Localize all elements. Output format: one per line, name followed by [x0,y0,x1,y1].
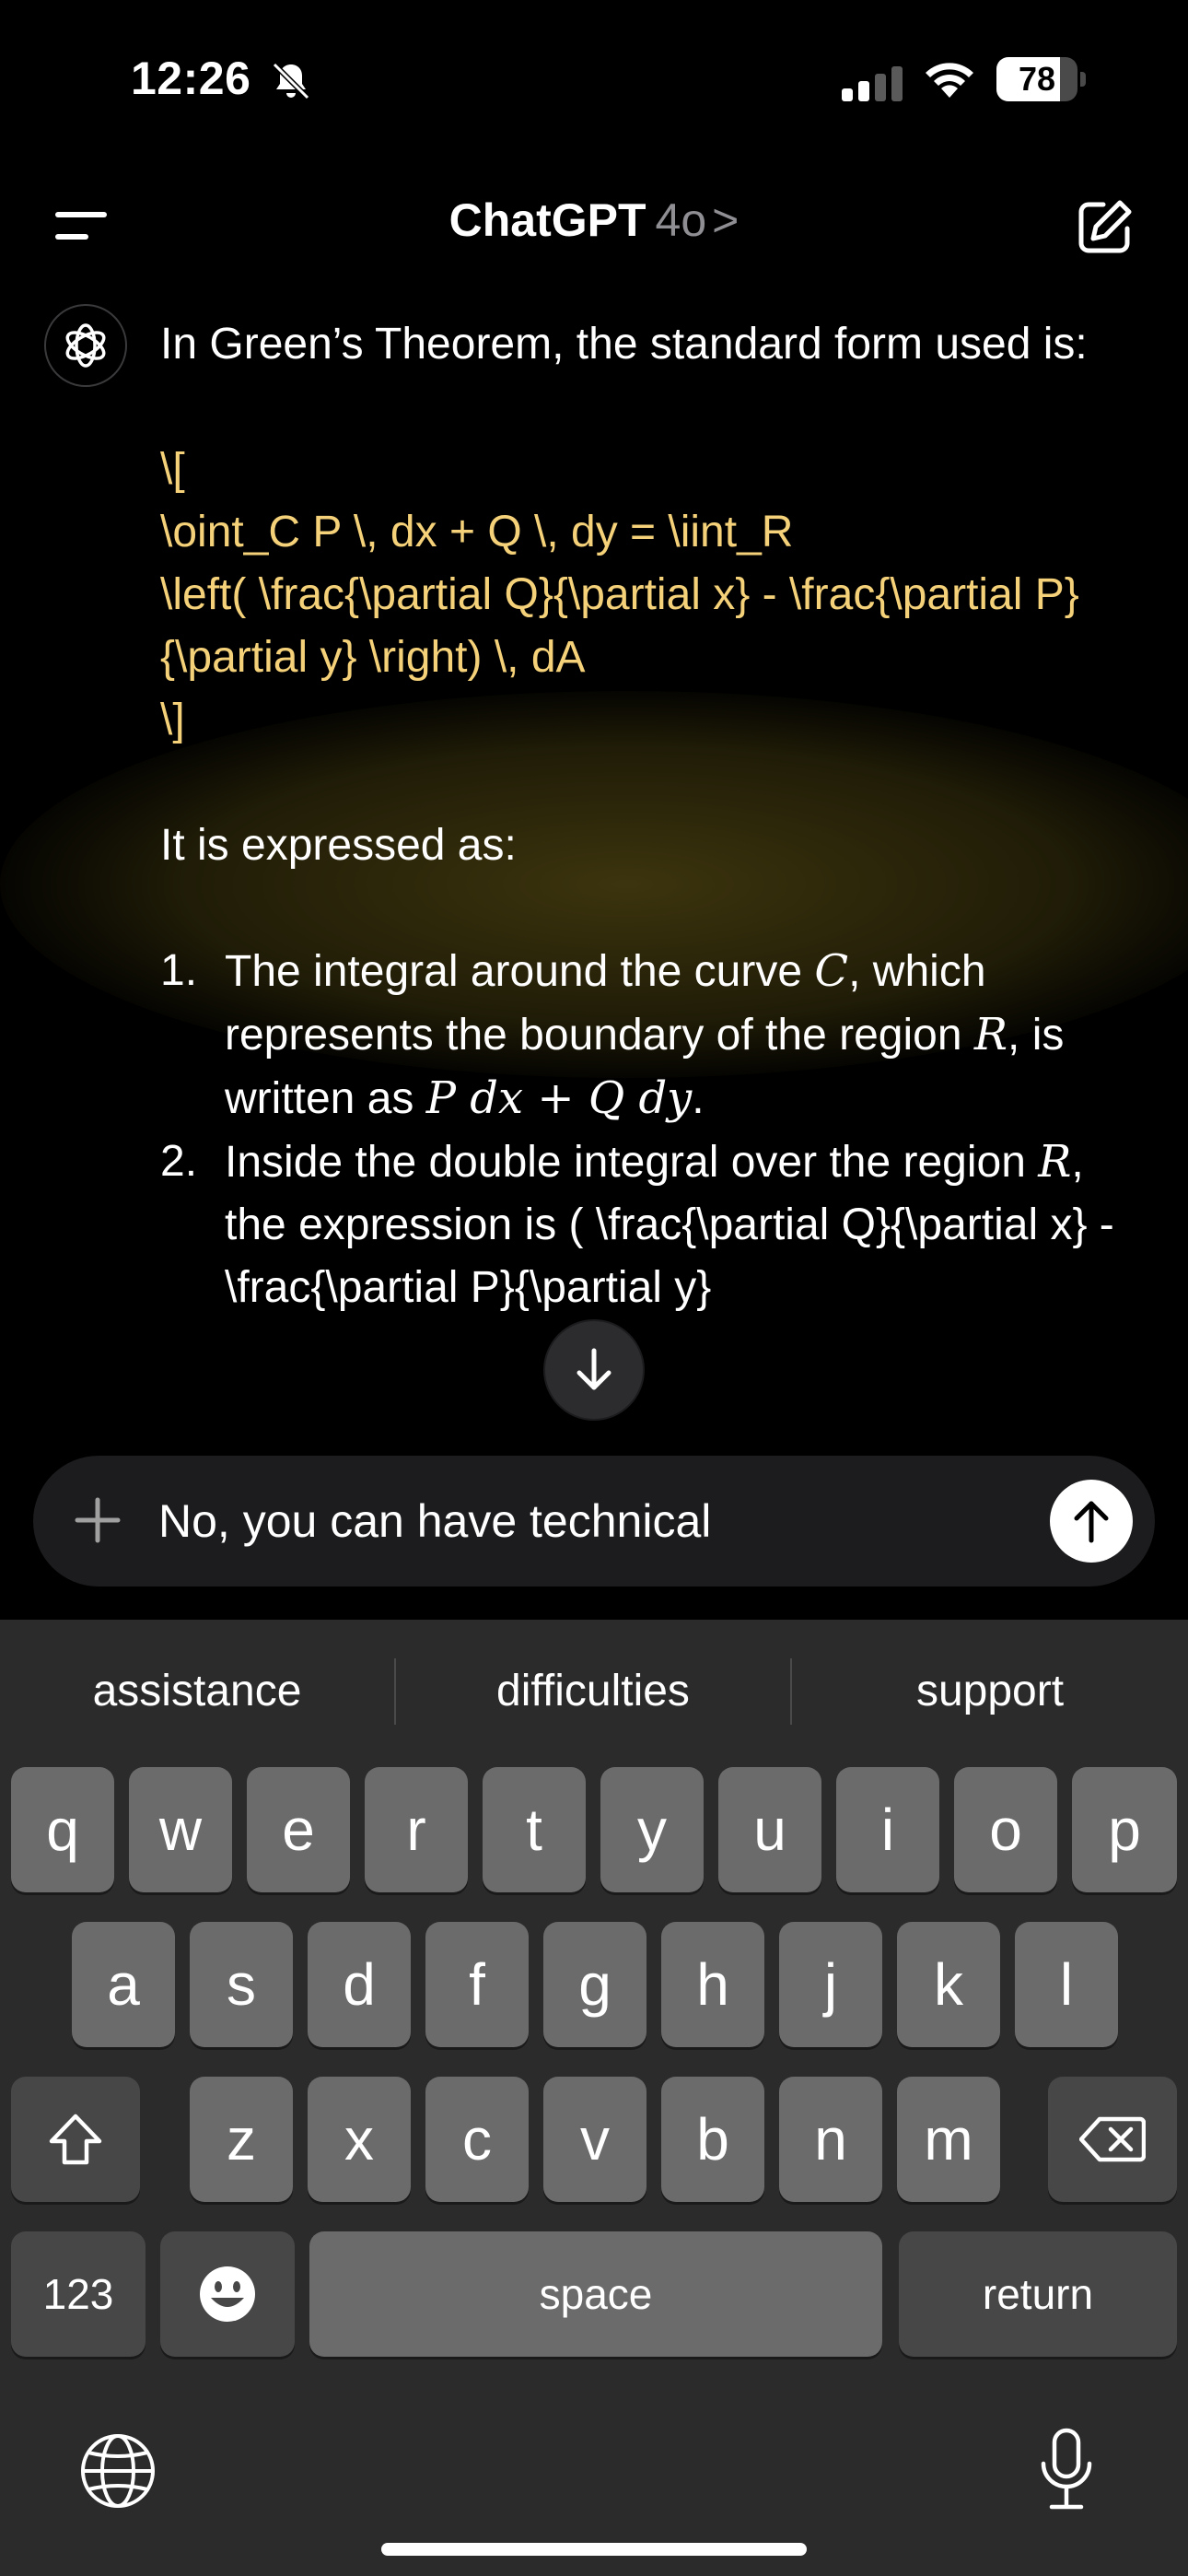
key-s[interactable]: s [190,1922,293,2047]
send-button[interactable] [1050,1480,1133,1563]
openai-logo-icon [44,304,127,387]
suggestion-difficulties[interactable]: difficulties [396,1655,790,1728]
key-c[interactable]: c [425,2077,529,2202]
key-y[interactable]: y [600,1767,704,1892]
message-composer: No, you can have technical [33,1456,1155,1587]
scroll-to-bottom-button[interactable] [545,1321,643,1419]
latex-block: \[ \oint_C P \, dx + Q \, dy = \iint_R \… [160,439,1136,752]
emoji-icon [200,2266,255,2322]
app-title: ChatGPT [448,194,646,246]
status-time: 12:26 [131,53,251,104]
assistant-message: In Green’s Theorem, the standard form us… [160,313,1136,1319]
message-expressed: It is expressed as: [160,821,517,870]
wifi-icon [926,63,973,98]
status-bar: 12:26 78 [0,0,1188,166]
suggestion-bar: assistance difficulties support [0,1620,1188,1758]
key-p[interactable]: p [1072,1767,1177,1892]
backspace-icon [1079,2116,1146,2162]
model-selector[interactable]: ChatGPT 4o > [0,193,1188,247]
space-key[interactable]: space [309,2231,882,2357]
bell-slash-icon [272,62,310,100]
key-t[interactable]: t [483,1767,586,1892]
latex-line: \oint_C P \, dx + Q \, dy = \iint_R [160,508,794,556]
latex-line: \[ [160,445,185,494]
key-o[interactable]: o [954,1767,1057,1892]
key-g[interactable]: g [543,1922,646,2047]
plus-icon[interactable] [74,1496,122,1544]
battery-indicator: 78 [996,57,1086,101]
key-z[interactable]: z [190,2077,293,2202]
key-u[interactable]: u [718,1767,821,1892]
suggestion-assistance[interactable]: assistance [0,1655,394,1728]
battery-level: 78 [1018,60,1056,98]
key-r[interactable]: r [365,1767,468,1892]
model-name: 4o [655,194,707,246]
numbers-key[interactable]: 123 [11,2231,146,2357]
key-k[interactable]: k [897,1922,1000,2047]
home-indicator [381,2543,807,2556]
key-a[interactable]: a [72,1922,175,2047]
cellular-signal-icon [842,66,903,101]
key-l[interactable]: l [1015,1922,1118,2047]
message-intro: In Green’s Theorem, the standard form us… [160,320,1088,369]
arrow-up-icon [1074,1501,1109,1543]
arrow-down-icon [577,1348,611,1390]
latex-line: \left( \frac{\partial Q}{\partial x} - \… [160,570,1079,682]
list-item: 2. Inside the double integral over the r… [160,1136,1114,1312]
shift-icon [49,2113,102,2165]
keyboard: assistance difficulties support q w e r … [0,1620,1188,2576]
key-n[interactable]: n [779,2077,882,2202]
shift-key[interactable] [11,2077,140,2202]
return-key[interactable]: return [899,2231,1177,2357]
chevron-right-icon: > [712,194,740,246]
nav-header: ChatGPT 4o > [0,175,1188,276]
globe-icon[interactable] [79,2432,157,2510]
microphone-icon[interactable] [1039,2427,1094,2512]
compose-icon[interactable] [1076,197,1135,256]
key-e[interactable]: e [247,1767,350,1892]
key-i[interactable]: i [836,1767,939,1892]
key-f[interactable]: f [425,1922,529,2047]
key-q[interactable]: q [11,1767,114,1892]
key-j[interactable]: j [779,1922,882,2047]
chat-thread[interactable]: In Green’s Theorem, the standard form us… [0,295,1188,1419]
emoji-key[interactable] [160,2231,295,2357]
key-h[interactable]: h [661,1922,764,2047]
steps-list: 1. The integral around the curve C, whic… [160,940,1136,1319]
key-w[interactable]: w [129,1767,232,1892]
key-d[interactable]: d [308,1922,411,2047]
key-m[interactable]: m [897,2077,1000,2202]
suggestion-support[interactable]: support [792,1655,1188,1728]
key-x[interactable]: x [308,2077,411,2202]
key-b[interactable]: b [661,2077,764,2202]
list-item: 1. The integral around the curve C, whic… [160,945,1065,1124]
backspace-key[interactable] [1048,2077,1177,2202]
message-input[interactable]: No, you can have technical [158,1489,969,1553]
key-v[interactable]: v [543,2077,646,2202]
latex-line: \] [160,696,185,744]
